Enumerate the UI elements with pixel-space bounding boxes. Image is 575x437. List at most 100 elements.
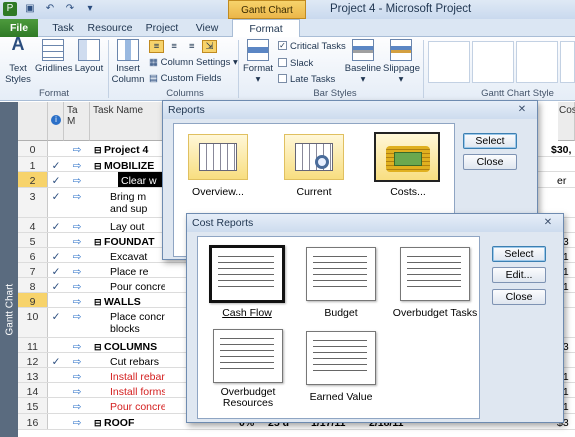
align-left-icon[interactable]: ≡	[149, 40, 164, 53]
overview-label[interactable]: Overview...	[178, 186, 258, 198]
collapse-icon[interactable]: ⊟	[94, 161, 104, 171]
row-number[interactable]: 15	[18, 398, 48, 413]
close-button[interactable]: Close	[492, 289, 546, 305]
gridlines-button[interactable]: Gridlines	[35, 39, 73, 74]
collapse-icon[interactable]: ⊟	[94, 418, 104, 428]
task-name-cell[interactable]: ⊟ MOBILIZE	[90, 157, 165, 171]
header-indicators[interactable]: i	[48, 102, 64, 141]
task-name-cell[interactable]: Cut rebars	[90, 353, 165, 367]
task-name-cell[interactable]: Bring m and sup	[90, 188, 165, 217]
select-button[interactable]: Select	[463, 133, 517, 149]
tab-view[interactable]: View	[192, 19, 222, 37]
task-name-cell[interactable]: ⊟ WALLS	[90, 293, 165, 307]
collapse-icon[interactable]: ⊟	[94, 145, 104, 155]
close-icon[interactable]: ✕	[537, 216, 559, 229]
header-select-all[interactable]	[18, 102, 48, 141]
costs-label[interactable]: Costs...	[368, 186, 448, 198]
tab-project[interactable]: Project	[143, 19, 181, 37]
row-number[interactable]: 2	[18, 172, 48, 187]
insert-column-button[interactable]: Insert Column	[111, 39, 145, 85]
slack-checkbox[interactable]: Slack	[278, 57, 313, 69]
row-number[interactable]: 14	[18, 383, 48, 397]
current-report-icon[interactable]	[284, 134, 344, 180]
project-app-icon[interactable]: P	[3, 2, 17, 16]
gridlines-icon	[42, 39, 64, 61]
collapse-icon[interactable]: ⊟	[94, 237, 104, 247]
row-number[interactable]: 3	[18, 188, 48, 217]
task-name-cell[interactable]: Place concreteblocks	[90, 308, 165, 337]
gantt-style-more[interactable]	[560, 41, 575, 83]
align-center-icon[interactable]: ≡	[167, 41, 182, 52]
row-number[interactable]: 1	[18, 157, 48, 171]
task-name-cell[interactable]: Install rebars	[90, 368, 165, 382]
close-button[interactable]: Close	[463, 154, 517, 170]
task-name-cell[interactable]: Pour concrete	[90, 398, 165, 413]
row-number[interactable]: 7	[18, 263, 48, 277]
select-button[interactable]: Select	[492, 246, 546, 262]
gantt-style-2[interactable]	[472, 41, 514, 83]
task-name-cell[interactable]: ⊟ FOUNDAT	[90, 233, 165, 247]
task-mode-icon: ⇨	[72, 417, 82, 429]
wrap-text-icon[interactable]: ⇲	[201, 40, 217, 53]
align-right-icon[interactable]: ≡	[184, 41, 199, 52]
text-styles-button[interactable]: A Text Styles	[3, 35, 33, 85]
task-name-cell[interactable]: Pour concre	[90, 278, 165, 292]
task-name-cell[interactable]: Excavat	[90, 248, 165, 262]
close-icon[interactable]: ✕	[511, 103, 533, 116]
task-name-cell[interactable]: Install forms	[90, 383, 165, 397]
task-name-cell[interactable]: Lay out	[90, 218, 165, 232]
overbudget-resources-report[interactable]: Overbudget Resources	[206, 329, 290, 409]
earned-value-report[interactable]: Earned Value	[298, 329, 384, 403]
edit-button[interactable]: Edit...	[492, 267, 546, 283]
row-number[interactable]: 8	[18, 278, 48, 292]
task-name: Install forms	[110, 386, 165, 397]
gantt-style-3[interactable]	[516, 41, 558, 83]
collapse-icon[interactable]: ⊟	[94, 342, 104, 352]
row-number[interactable]: 6	[18, 248, 48, 262]
redo-icon[interactable]: ↷	[63, 2, 77, 16]
task-name: Bring m	[110, 191, 147, 203]
cash-flow-report[interactable]: Cash Flow	[204, 245, 290, 319]
cost-cell[interactable]	[554, 157, 575, 171]
gantt-style-1[interactable]	[428, 41, 470, 83]
row-number[interactable]: 11	[18, 338, 48, 352]
row-number[interactable]: 10	[18, 308, 48, 337]
tab-format[interactable]: Format	[232, 19, 300, 38]
row-number[interactable]: 16	[18, 414, 48, 429]
row-number[interactable]: 5	[18, 233, 48, 247]
task-name-cell[interactable]: Place re	[90, 263, 165, 277]
completed-check-icon: ✓	[51, 191, 61, 203]
costs-report-icon[interactable]	[374, 132, 440, 182]
tab-resource[interactable]: Resource	[86, 19, 134, 37]
save-icon[interactable]: ▣	[23, 2, 37, 16]
cost-cell[interactable]: er	[554, 172, 575, 187]
row-number[interactable]: 0	[18, 141, 48, 156]
collapse-icon[interactable]: ⊟	[94, 297, 104, 307]
undo-icon[interactable]: ↶	[43, 2, 57, 16]
row-number[interactable]: 9	[18, 293, 48, 307]
custom-fields-button[interactable]: ▤ Custom Fields	[149, 73, 221, 84]
customize-icon[interactable]: ▾	[83, 2, 97, 16]
column-settings-button[interactable]: ▦ Column Settings ▾	[149, 57, 238, 68]
slippage-button[interactable]: Slippage ▾	[383, 39, 420, 85]
late-tasks-checkbox[interactable]: Late Tasks	[278, 73, 335, 85]
critical-tasks-checkbox[interactable]: ✓ Critical Tasks	[278, 40, 346, 52]
cost-cell[interactable]: $30,	[548, 141, 575, 156]
format-button[interactable]: Format ▾	[242, 39, 274, 85]
row-number[interactable]: 4	[18, 218, 48, 232]
group-label-bar-styles: Bar Styles	[313, 88, 357, 99]
task-name-cell[interactable]: ⊟ COLUMNS	[90, 338, 165, 352]
task-name-cell[interactable]: ⊟ Project 4	[90, 141, 165, 156]
baseline-button[interactable]: Baseline ▾	[344, 39, 382, 85]
row-number[interactable]: 13	[18, 368, 48, 382]
budget-report[interactable]: Budget	[298, 245, 384, 319]
layout-button[interactable]: Layout	[74, 39, 104, 74]
current-label[interactable]: Current	[274, 186, 354, 198]
header-cost[interactable]: Cost	[558, 102, 575, 141]
task-name-cell[interactable]: ⊟ ROOF	[90, 414, 165, 429]
overbudget-tasks-report[interactable]: Overbudget Tasks	[390, 245, 480, 319]
overview-report-icon[interactable]	[188, 134, 248, 180]
tab-task[interactable]: Task	[48, 19, 78, 37]
row-number[interactable]: 12	[18, 353, 48, 367]
header-task-mode[interactable]: Ta M	[64, 102, 90, 141]
